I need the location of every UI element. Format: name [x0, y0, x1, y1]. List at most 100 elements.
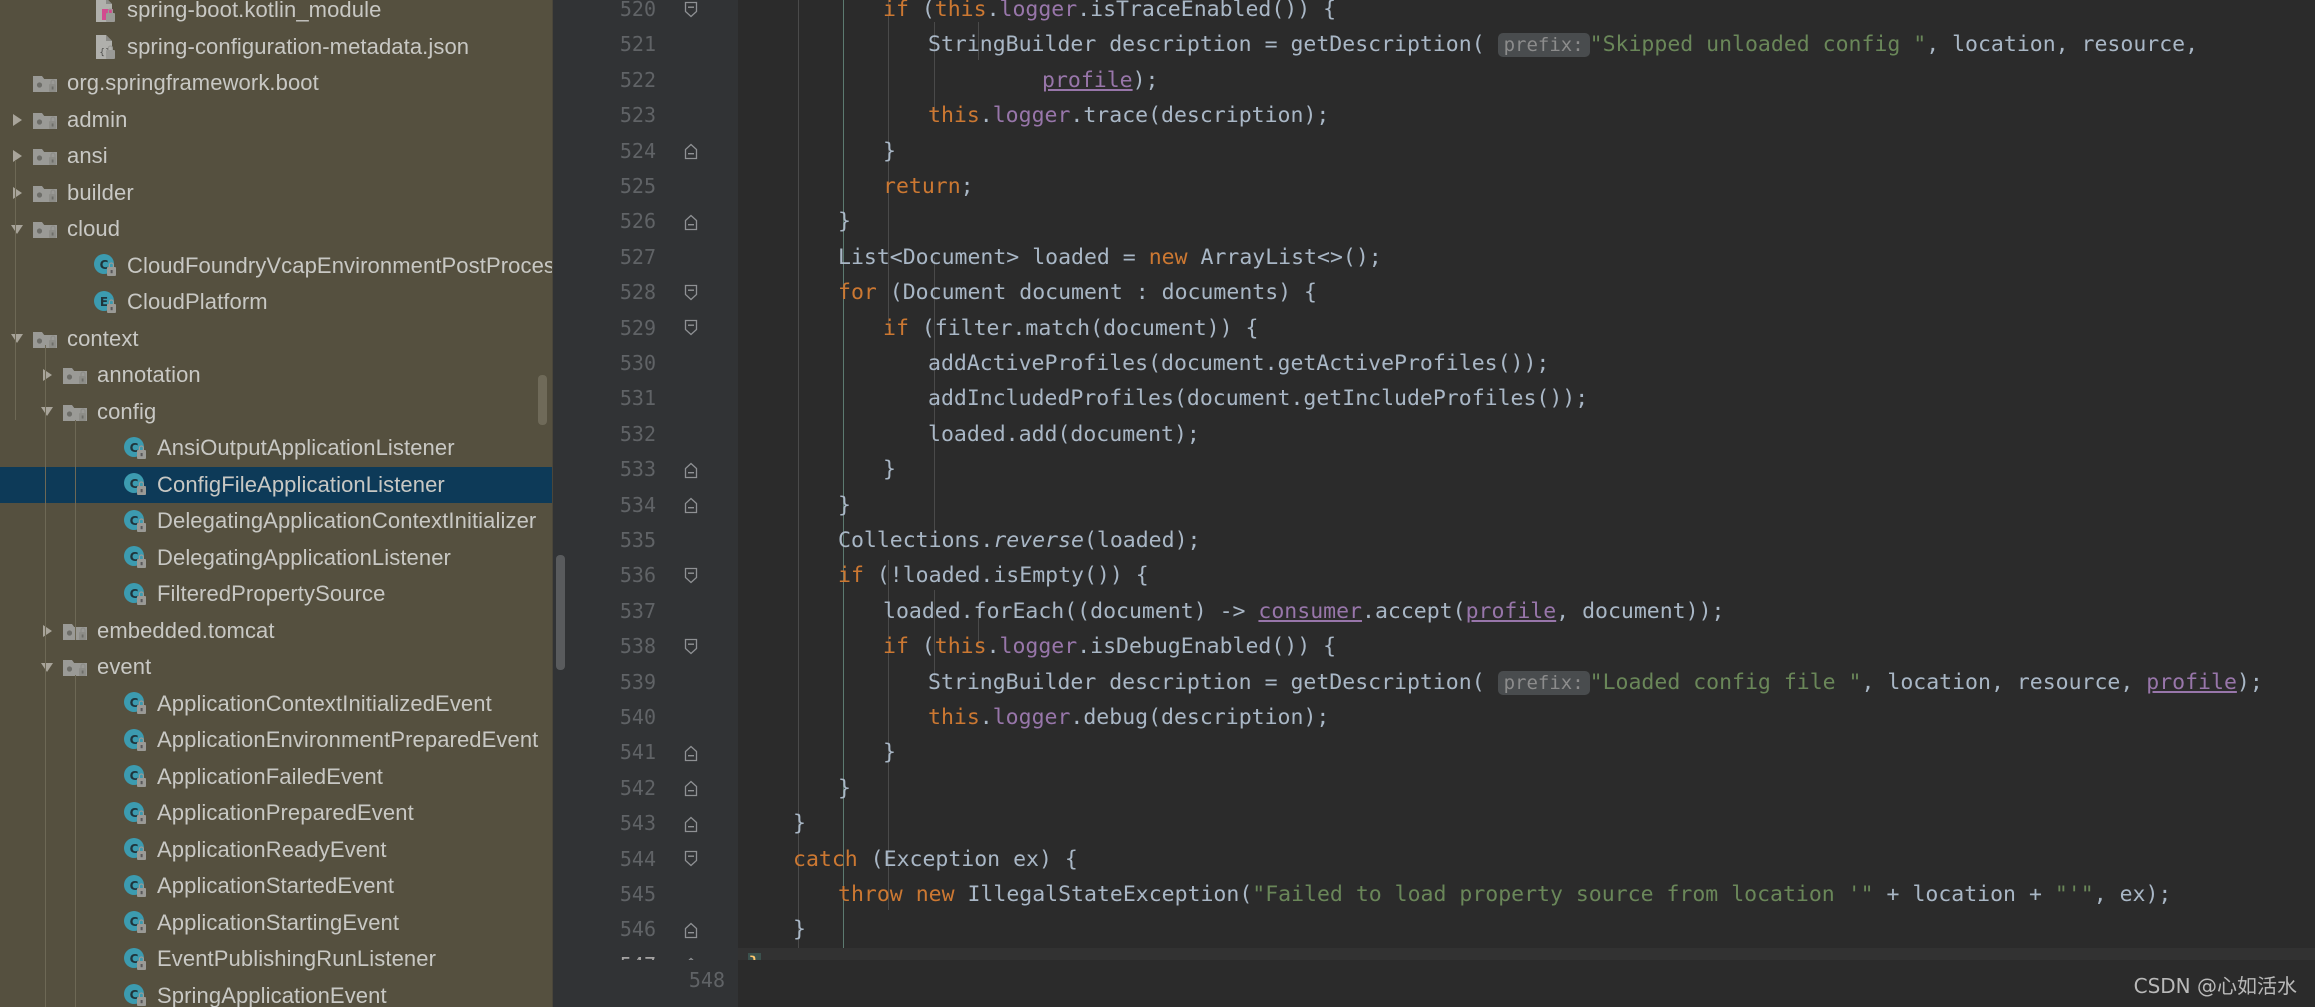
tree-item[interactable]: C ApplicationStartedEvent	[0, 868, 553, 905]
tree-item-label: builder	[67, 179, 134, 205]
tree-item[interactable]: annotation	[0, 357, 553, 394]
fold-collapse-icon[interactable]	[680, 0, 702, 27]
chevron-right-icon[interactable]	[4, 149, 30, 163]
inlay-hint: prefix:	[1497, 670, 1590, 695]
keyword-token: this	[934, 0, 987, 22]
code-line[interactable]: if (filter.match(document)) {	[738, 311, 2315, 346]
code-line[interactable]: return;	[738, 169, 2315, 204]
code-line[interactable]: }	[738, 771, 2315, 806]
gutter-line-number: 525	[619, 174, 656, 198]
code-line[interactable]: loaded.forEach((document) -> consumer.ac…	[738, 594, 2315, 629]
code-line[interactable]: StringBuilder description = getDescripti…	[738, 665, 2315, 700]
code-text: profile);	[1042, 67, 1159, 93]
chevron-right-icon[interactable]	[4, 186, 30, 200]
code-line[interactable]: Collections.reverse(loaded);	[738, 523, 2315, 558]
tree-item[interactable]: ansi	[0, 138, 553, 175]
tree-item[interactable]: admin	[0, 102, 553, 139]
fold-end-icon[interactable]	[680, 771, 702, 806]
code-line[interactable]: for (Document document : documents) {	[738, 275, 2315, 310]
code-line[interactable]: addActiveProfiles(document.getActiveProf…	[738, 346, 2315, 381]
fold-collapse-icon[interactable]	[680, 842, 702, 877]
editor-scrollbar[interactable]	[556, 555, 565, 670]
chevron-right-icon[interactable]	[34, 624, 60, 638]
tree-item[interactable]: C DelegatingApplicationListener	[0, 540, 553, 577]
tree-item[interactable]: cloud	[0, 211, 553, 248]
fold-end-icon[interactable]	[680, 488, 702, 523]
chevron-right-icon[interactable]	[34, 368, 60, 382]
tree-item[interactable]: C ApplicationFailedEvent	[0, 759, 553, 796]
project-tree-panel[interactable]: spring-boot.kotlin_module {} spring-config…	[0, 0, 553, 1007]
tree-item[interactable]: C AnsiOutputApplicationListener	[0, 430, 553, 467]
code-line[interactable]: }	[738, 134, 2315, 169]
gutter-line-number: 526	[619, 209, 656, 234]
fold-end-icon[interactable]	[680, 452, 702, 487]
code-line[interactable]: this.logger.trace(description);	[738, 98, 2315, 133]
fold-collapse-icon[interactable]	[680, 275, 702, 310]
code-line[interactable]: loaded.add(document);	[738, 417, 2315, 452]
keyword-token: if	[883, 634, 909, 660]
tree-item[interactable]: embedded.tomcat	[0, 613, 553, 650]
fold-end-icon[interactable]	[680, 735, 702, 770]
fold-collapse-icon[interactable]	[680, 558, 702, 593]
fold-end-icon[interactable]	[680, 806, 702, 841]
code-line[interactable]: if (this.logger.isTraceEnabled()) {	[738, 0, 2315, 27]
tree-item[interactable]: C FilteredPropertySource	[0, 576, 553, 613]
tree-item[interactable]: builder	[0, 175, 553, 212]
code-line[interactable]: catch (Exception ex) {	[738, 842, 2315, 877]
chevron-down-icon[interactable]	[34, 405, 60, 418]
code-text: StringBuilder description = getDescripti…	[928, 669, 2263, 695]
code-line[interactable]: profile);	[738, 63, 2315, 98]
tree-item[interactable]: C ApplicationPreparedEvent	[0, 795, 553, 832]
tree-item[interactable]: C DelegatingApplicationContextInitializer	[0, 503, 553, 540]
fold-end-icon[interactable]	[680, 204, 702, 239]
code-text: List<Document> loaded = new ArrayList<>(…	[838, 244, 1382, 270]
code-text: catch (Exception ex) {	[793, 846, 1078, 872]
code-line[interactable]: StringBuilder description = getDescripti…	[738, 27, 2315, 62]
code-line[interactable]: }	[738, 488, 2315, 523]
tree-item[interactable]: spring-boot.kotlin_module	[0, 0, 553, 29]
chevron-right-icon[interactable]	[4, 113, 30, 127]
code-line[interactable]: }	[738, 912, 2315, 947]
chevron-down-icon[interactable]	[4, 332, 30, 345]
code-line[interactable]: }	[738, 806, 2315, 841]
tree-item[interactable]: C ApplicationEnvironmentPreparedEvent	[0, 722, 553, 759]
tree-item[interactable]: C ApplicationStartingEvent	[0, 905, 553, 942]
code-line[interactable]: }	[738, 735, 2315, 770]
tree-item-selected[interactable]: C ConfigFileApplicationListener	[0, 466, 553, 503]
code-line[interactable]: }	[738, 452, 2315, 487]
code-editor[interactable]: 520 521 522 523 524 525 526 527 528 529 530 531 532 5…	[553, 0, 2315, 1007]
code-line[interactable]: List<Document> loaded = new ArrayList<>(…	[738, 240, 2315, 275]
tree-item[interactable]: context	[0, 321, 553, 358]
fold-collapse-icon[interactable]	[680, 311, 702, 346]
class-icon: C	[120, 509, 150, 534]
tree-item[interactable]: config	[0, 394, 553, 431]
tree-item[interactable]: C CloudFoundryVcapEnvironmentPostProcesso	[0, 248, 553, 285]
class-icon: C	[120, 728, 150, 753]
project-tree-scrollbar[interactable]	[538, 375, 547, 425]
tree-item[interactable]: C SpringApplicationEvent	[0, 978, 553, 1007]
gutter-line-number: 542	[619, 775, 656, 800]
identifier-token: location	[1912, 882, 2016, 907]
tree-item[interactable]: C ApplicationContextInitializedEvent	[0, 686, 553, 723]
tree-item[interactable]: {} spring-configuration-metadata.json	[0, 29, 553, 66]
code-line[interactable]: if (this.logger.isDebugEnabled()) {	[738, 629, 2315, 664]
fold-end-icon[interactable]	[680, 912, 702, 947]
code-line[interactable]: addIncludedProfiles(document.getIncludeP…	[738, 381, 2315, 416]
code-line[interactable]: if (!loaded.isEmpty()) {	[738, 558, 2315, 593]
tree-item[interactable]: C EventPublishingRunListener	[0, 941, 553, 978]
tree-item[interactable]: E CloudPlatform	[0, 284, 553, 321]
editor-gutter[interactable]: 520 521 522 523 524 525 526 527 528 529 530 531 532 5…	[553, 0, 738, 1007]
tree-item[interactable]: C ApplicationReadyEvent	[0, 832, 553, 869]
chevron-down-icon[interactable]	[4, 223, 30, 236]
code-line[interactable]: throw new IllegalStateException("Failed …	[738, 877, 2315, 912]
fold-collapse-icon[interactable]	[680, 629, 702, 664]
tree-item[interactable]: org.springframework.boot	[0, 65, 553, 102]
tree-item[interactable]: event	[0, 649, 553, 686]
code-text-area[interactable]: if (this.logger.isTraceEnabled()) {Strin…	[738, 0, 2315, 1007]
chevron-down-icon[interactable]	[34, 661, 60, 674]
fold-end-icon[interactable]	[680, 134, 702, 169]
code-line[interactable]: this.logger.debug(description);	[738, 700, 2315, 735]
class-icon: C	[120, 983, 150, 1007]
code-line[interactable]: }	[738, 204, 2315, 239]
identifier-token: getDescription	[1290, 669, 1472, 695]
